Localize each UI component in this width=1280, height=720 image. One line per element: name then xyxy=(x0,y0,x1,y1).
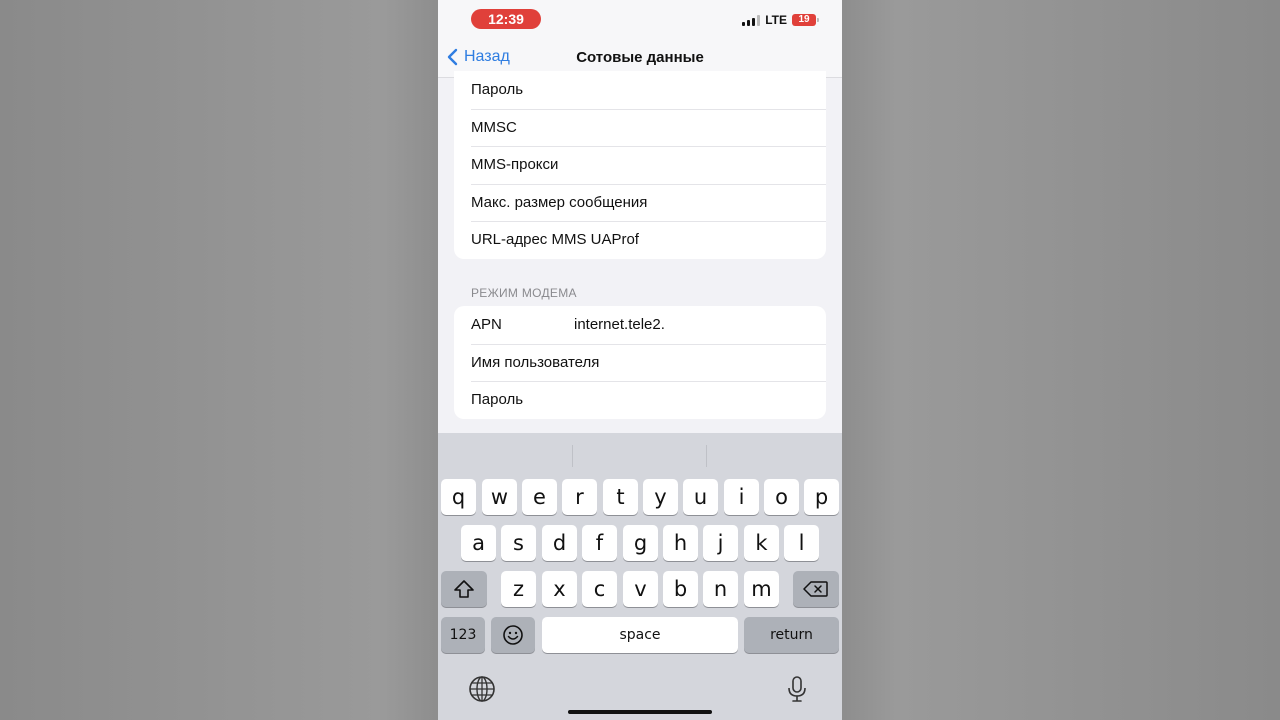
key-g[interactable]: g xyxy=(623,525,658,561)
key-w[interactable]: w xyxy=(482,479,517,515)
key-y[interactable]: y xyxy=(643,479,678,515)
key-e[interactable]: e xyxy=(522,479,557,515)
row-label: Макс. размер сообщения xyxy=(471,193,648,211)
key-i[interactable]: i xyxy=(724,479,759,515)
battery-level: 19 xyxy=(798,14,810,25)
key-h[interactable]: h xyxy=(663,525,698,561)
key-n[interactable]: n xyxy=(703,571,738,607)
space-key[interactable]: space xyxy=(542,617,738,653)
row-label: MMS-прокси xyxy=(471,156,559,174)
apn-input[interactable]: internet.tele2. xyxy=(574,316,665,333)
apn-label: APN xyxy=(471,316,502,334)
key-d[interactable]: d xyxy=(542,525,577,561)
key-r[interactable]: r xyxy=(562,479,597,515)
return-key[interactable]: return xyxy=(744,617,839,653)
network-type: LTE xyxy=(765,13,787,27)
username-label: Имя пользователя xyxy=(471,353,600,371)
list-item-mms-uaprof-url[interactable]: URL-адрес MMS UAProf xyxy=(454,221,826,259)
microphone-icon xyxy=(788,676,806,702)
key-a[interactable]: a xyxy=(461,525,496,561)
key-t[interactable]: t xyxy=(603,479,638,515)
signal-icon xyxy=(742,14,761,26)
list-item-username[interactable]: Имя пользователя xyxy=(454,343,826,382)
section-header-modem: РЕЖИМ МОДЕМА xyxy=(471,286,577,300)
key-q[interactable]: q xyxy=(441,479,476,515)
list-item-password[interactable]: Пароль xyxy=(454,381,826,419)
list-item-max-message-size[interactable]: Макс. размер сообщения xyxy=(454,183,826,222)
suggestion-divider xyxy=(706,445,707,467)
shift-icon xyxy=(454,580,474,598)
shift-key[interactable] xyxy=(441,571,487,607)
mms-settings-list: Пароль MMSC MMS-прокси Макс. размер сооб… xyxy=(454,71,826,259)
key-b[interactable]: b xyxy=(663,571,698,607)
keyboard: q w e r t y u i o p a s d f g h j k l z … xyxy=(438,433,842,720)
list-item-mms-proxy[interactable]: MMS-прокси xyxy=(454,146,826,184)
delete-key[interactable] xyxy=(793,571,839,607)
status-bar: 12:39 LTE 19 xyxy=(438,0,842,40)
key-c[interactable]: c xyxy=(582,571,617,607)
list-item-mms-password[interactable]: Пароль xyxy=(454,71,826,109)
backspace-icon xyxy=(803,581,828,597)
home-indicator[interactable] xyxy=(568,710,712,714)
suggestion-divider xyxy=(572,445,573,467)
numbers-key[interactable]: 123 xyxy=(441,617,485,653)
list-item-mmsc[interactable]: MMSC xyxy=(454,108,826,147)
password-label: Пароль xyxy=(471,391,524,409)
key-j[interactable]: j xyxy=(703,525,738,561)
status-time[interactable]: 12:39 xyxy=(471,9,541,29)
battery-icon: 19 xyxy=(792,14,819,26)
key-x[interactable]: x xyxy=(542,571,577,607)
key-s[interactable]: s xyxy=(501,525,536,561)
key-o[interactable]: o xyxy=(764,479,799,515)
status-indicators: LTE 19 xyxy=(742,13,819,27)
row-label: URL-адрес MMS UAProf xyxy=(471,231,639,249)
key-l[interactable]: l xyxy=(784,525,819,561)
phone-screen: 12:39 LTE 19 Назад Сотовые данные Пароль… xyxy=(438,0,842,720)
row-label: MMSC xyxy=(471,118,517,136)
page-title: Сотовые данные xyxy=(576,49,704,66)
emoji-icon xyxy=(503,625,523,645)
modem-settings-list: APN internet.tele2. Имя пользователя Пар… xyxy=(454,306,826,419)
key-u[interactable]: u xyxy=(683,479,718,515)
row-label: Пароль xyxy=(471,81,524,99)
key-z[interactable]: z xyxy=(501,571,536,607)
dictation-button[interactable] xyxy=(782,674,812,704)
globe-button[interactable] xyxy=(467,674,497,704)
key-k[interactable]: k xyxy=(744,525,779,561)
key-f[interactable]: f xyxy=(582,525,617,561)
key-m[interactable]: m xyxy=(744,571,779,607)
list-item-apn[interactable]: APN internet.tele2. xyxy=(454,306,826,344)
emoji-key[interactable] xyxy=(491,617,535,653)
key-p[interactable]: p xyxy=(804,479,839,515)
key-v[interactable]: v xyxy=(623,571,658,607)
globe-icon xyxy=(469,676,495,702)
